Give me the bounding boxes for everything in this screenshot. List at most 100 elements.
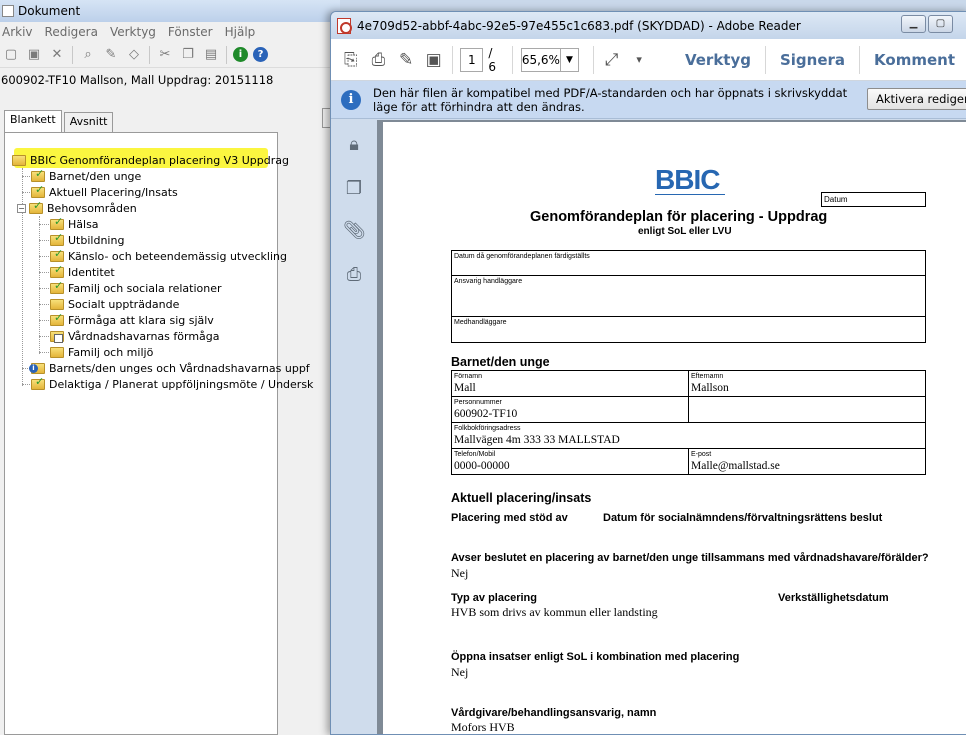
tree-root[interactable]: BBIC Genomförandeplan placering V3 Uppdr… [12, 152, 289, 168]
signera-link[interactable]: Signera [764, 45, 859, 74]
folder-info-icon [29, 362, 45, 374]
reader-navigation-pane: 🔒︎ ❐ 📎︎ ⎙ [331, 120, 377, 734]
answer-tillsammans: Nej [451, 566, 469, 580]
tree-item-behovsomraden[interactable]: − Behovsområden [17, 199, 137, 216]
edit-icon[interactable]: ✎ [102, 46, 120, 64]
paste-icon[interactable]: ▤ [202, 46, 220, 64]
form-tree [4, 132, 278, 735]
label-vardgivare: Vårdgivare/behandlingsansvarig, namn [451, 707, 657, 719]
field-label: Telefon/Mobil [454, 451, 496, 458]
save-icon[interactable]: ▣ [25, 46, 43, 64]
tree-line [39, 336, 49, 337]
tree-item-barnets-uppfattning[interactable]: Barnets/den unges och Vårdnadshavarnas u… [29, 360, 310, 376]
field-medhandlaggare: Medhandläggare [451, 316, 926, 343]
copy-icon[interactable]: ❐ [179, 46, 197, 64]
kommentar-link[interactable]: Komment [859, 45, 966, 74]
attachment-icon[interactable]: 📎︎ [343, 220, 366, 244]
tree-item-label: Delaktiga / Planerat uppföljningsmöte / … [49, 377, 314, 391]
tree-item-delaktiga[interactable]: Delaktiga / Planerat uppföljningsmöte / … [31, 375, 314, 392]
reader-title: 4e709d52-abbf-4abc-92e5-97e455c1c683.pdf… [357, 18, 801, 33]
delete-icon[interactable]: ✕ [48, 46, 66, 64]
info-icon: i [341, 89, 361, 110]
cut-icon[interactable]: ✂ [156, 46, 174, 64]
toolbar-menu-icon[interactable]: ▾ [629, 47, 649, 73]
toolbar-separator [512, 45, 513, 74]
pages-icon[interactable]: ❐ [343, 178, 365, 202]
document-properties-icon[interactable]: ⎙ [343, 264, 365, 288]
menu-redigera[interactable]: Redigera [45, 25, 98, 39]
question-oppna-insatser: Öppna insatser enligt SoL i kombination … [451, 651, 740, 663]
lock-icon[interactable]: 🔒︎ [343, 134, 365, 158]
info-icon[interactable]: i [233, 47, 248, 62]
tree-line [39, 320, 49, 321]
field-fornamn: Förnamn Mall [451, 370, 689, 397]
enable-editing-button[interactable]: Aktivera redigerin [867, 88, 966, 110]
document-view[interactable]: BBIC Datum Genomförandeplan för placerin… [377, 120, 966, 734]
tree-item-label: Socialt uppträdande [68, 297, 180, 311]
folder-check-icon [50, 263, 64, 278]
find-icon[interactable]: ⌕ [79, 46, 97, 64]
tab-blankett[interactable]: Blankett [4, 110, 62, 132]
field-datum-fardigstallt: Datum då genomförandeplanen färdigställt… [451, 250, 926, 276]
tree-item-label: Vårdnadshavarnas förmåga [68, 329, 220, 343]
field-value: 0000-00000 [454, 460, 510, 472]
tree-item-formaga[interactable]: Förmåga att klara sig själv [50, 311, 214, 328]
folder-icon [50, 346, 64, 358]
tree-item-label: Identitet [68, 265, 115, 279]
field-efternamn: Efternamn Mallson [688, 370, 926, 397]
tree-item-kanslo[interactable]: Känslo- och beteendemässig utveckling [50, 247, 287, 264]
tree-item-familj-miljo[interactable]: Familj och miljö [50, 344, 153, 360]
label-datum-beslut: Datum för socialnämndens/förvaltningsrät… [603, 512, 883, 524]
reader-titlebar[interactable]: 4e709d52-abbf-4abc-92e5-97e455c1c683.pdf… [331, 12, 966, 39]
dokument-title: Dokument [18, 4, 81, 18]
tree-item-vardnadshavarnas[interactable]: Vårdnadshavarnas förmåga [50, 328, 220, 344]
create-pdf-icon[interactable]: ⎙ [369, 47, 389, 73]
field-label: Förnamn [454, 373, 483, 380]
label-verkstallighetsdatum: Verkställighetsdatum [778, 592, 889, 604]
folder-check-icon [50, 215, 64, 230]
tree-item-label: Aktuell Placering/Insats [49, 185, 178, 199]
label-typ-placering: Typ av placering [451, 592, 537, 604]
pdf-subtitle: enligt SoL eller LVU [638, 226, 732, 237]
field-label: Efternamn [691, 373, 724, 380]
toolbar-separator [226, 45, 227, 64]
adobe-reader-window: 4e709d52-abbf-4abc-92e5-97e455c1c683.pdf… [330, 11, 966, 735]
menu-hjalp[interactable]: Hjälp [225, 25, 256, 39]
edit-pdf-icon[interactable]: ✎ [396, 47, 416, 73]
answer-oppna-insatser: Nej [451, 665, 469, 679]
field-personnummer: Personnummer 600902-TF10 [451, 396, 689, 423]
tree-item-familj-relationer[interactable]: Familj och sociala relationer [50, 279, 222, 296]
tree-item-label: Familj och miljö [68, 345, 154, 359]
menu-fonster[interactable]: Fönster [168, 25, 213, 39]
menu-arkiv[interactable]: Arkiv [2, 25, 33, 39]
pdf-title: Genomförandeplan för placering - Uppdrag [530, 209, 828, 225]
dokument-titlebar[interactable]: Dokument [0, 0, 340, 22]
tree-item-socialt[interactable]: Socialt uppträdande [50, 296, 179, 312]
tree-root-label: BBIC Genomförandeplan placering V3 Uppdr… [30, 153, 289, 167]
field-value: Mall [454, 382, 476, 394]
folder-check-icon [50, 247, 64, 262]
zoom-select[interactable]: 65,6% ▼ [520, 47, 579, 72]
tab-avsnitt[interactable]: Avsnitt [63, 112, 114, 132]
save-icon[interactable]: ▣ [424, 47, 444, 73]
open-file-icon[interactable]: ⎘ [341, 47, 361, 73]
tag-icon[interactable]: ◇ [125, 46, 143, 64]
chevron-down-icon[interactable]: ▼ [559, 48, 578, 71]
field-label: Medhandläggare [454, 319, 507, 326]
folder-document-icon [50, 330, 64, 343]
collapse-icon[interactable]: − [17, 203, 26, 213]
menu-verktyg[interactable]: Verktyg [110, 25, 156, 39]
new-document-icon[interactable]: ▢ [2, 46, 20, 64]
verktyg-link[interactable]: Verktyg [671, 46, 765, 74]
fullscreen-icon[interactable]: ⤢ [602, 47, 622, 73]
maximize-button[interactable]: ▢ [928, 15, 953, 33]
tree-line [39, 216, 40, 354]
tree-item-aktuell-placering[interactable]: Aktuell Placering/Insats [31, 183, 178, 200]
help-icon[interactable]: ? [253, 47, 268, 62]
field-ansvarig: Ansvarig handläggare [451, 275, 926, 317]
tree-item-barnet[interactable]: Barnet/den unge [31, 167, 141, 184]
dokument-tabs: Blankett Avsnitt [4, 110, 115, 132]
minimize-button[interactable]: ▁ [901, 15, 926, 33]
page-number-input[interactable]: 1 [460, 47, 484, 72]
dokument-window: Dokument Arkiv Redigera Verktyg Fönster … [0, 0, 340, 735]
